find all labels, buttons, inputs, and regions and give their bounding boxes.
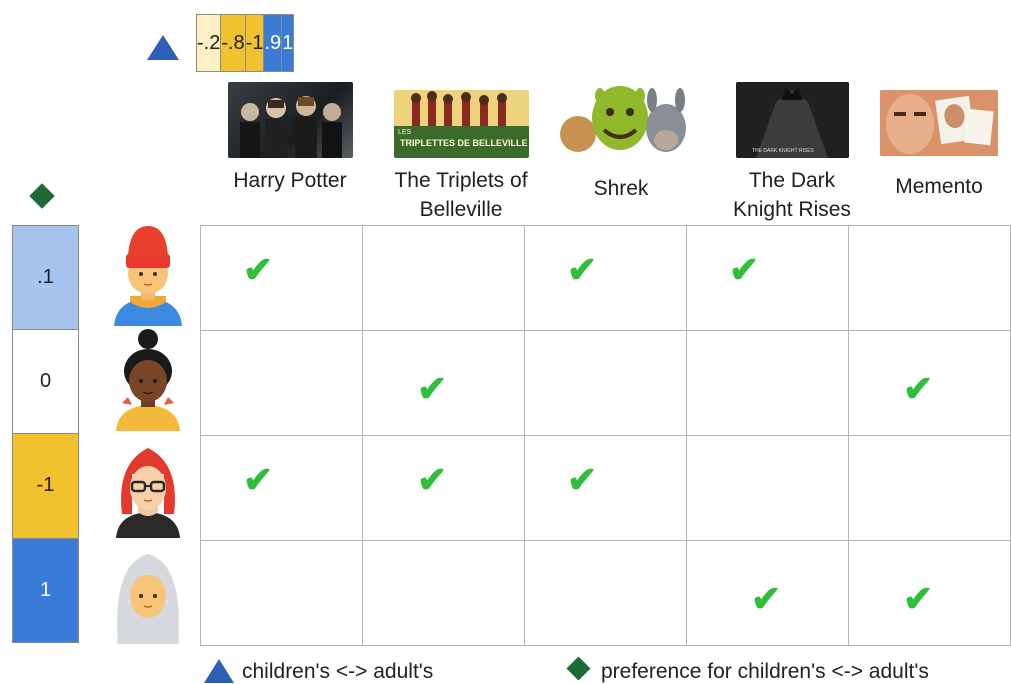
checkmark-icon: ✔ (729, 249, 760, 290)
grid-cell (362, 225, 525, 331)
grid-cell (848, 225, 1011, 331)
grid-cell: ✔ (362, 330, 525, 436)
red-hair-glasses-avatar-icon (108, 434, 188, 538)
dark-bun-avatar-icon (108, 327, 188, 431)
user-score-column: .1 0 -1 1 (12, 225, 79, 643)
checkmark-icon: ✔ (243, 249, 274, 290)
movie-title: Shrek (593, 177, 649, 200)
dark-knight-poster-icon: THE DARK KNIGHT RISES (735, 82, 849, 158)
checkmark-icon: ✔ (417, 368, 448, 409)
grid-cell: ✔ (848, 540, 1011, 646)
movie-score-cell: -.2 (196, 14, 222, 72)
movie-score-cell: 1 (282, 14, 295, 72)
movie-header-triplets: LES TRIPLETTES DE BELLEVILLE The Triplet… (376, 82, 546, 224)
movie-header-shrek: Shrek (548, 82, 694, 203)
grid-cell: ✔ (524, 225, 687, 331)
triplets-poster-icon: LES TRIPLETTES DE BELLEVILLE (393, 90, 529, 158)
grid-cell (200, 540, 363, 646)
grid-cell (200, 330, 363, 436)
movie-title: The Dark Knight Rises (733, 169, 851, 221)
grid-cell: ✔ (200, 435, 363, 541)
movie-header-harry-potter: Harry Potter (220, 82, 360, 195)
checkmark-icon: ✔ (903, 578, 934, 619)
movie-score-cell: -1 (245, 14, 265, 72)
checkmark-icon: ✔ (243, 459, 274, 500)
diamond-legend-icon (566, 656, 591, 681)
red-hat-avatar-icon (108, 222, 188, 326)
grid-cell (848, 435, 1011, 541)
grid-cell (524, 540, 687, 646)
triangle-marker-icon (147, 35, 179, 60)
grid-cell: ✔ (848, 330, 1011, 436)
movie-score-cell: .9 (264, 14, 283, 72)
movie-title: Memento (895, 175, 983, 198)
checkmark-icon: ✔ (417, 459, 448, 500)
user-score-cell: 1 (12, 538, 79, 643)
grid-row: ✔ ✔ (200, 330, 1011, 436)
movie-header-dark-knight: THE DARK KNIGHT RISES The Dark Knight Ri… (712, 82, 872, 224)
grid-cell: ✔ (686, 225, 849, 331)
diamond-marker-icon (29, 183, 55, 209)
checkmark-icon: ✔ (567, 459, 598, 500)
grid-row: ✔ ✔ ✔ (200, 225, 1011, 331)
grid-cell: ✔ (524, 435, 687, 541)
harry-potter-poster-icon (227, 82, 353, 158)
grid-cell (686, 330, 849, 436)
user-score-cell: 0 (12, 329, 79, 434)
diamond-legend-text: preference for children's <-> adult's (601, 660, 929, 683)
movie-score-row: -.2 -.8 -1 .9 1 (196, 14, 1011, 72)
svg-text:TRIPLETTES DE BELLEVILLE: TRIPLETTES DE BELLEVILLE (400, 138, 528, 148)
checkmark-icon: ✔ (903, 368, 934, 409)
grid-cell (686, 435, 849, 541)
grid-cell: ✔ (362, 435, 525, 541)
gray-hair-avatar-icon (108, 540, 188, 644)
user-score-cell: -1 (12, 434, 79, 539)
svg-text:THE DARK KNIGHT RISES: THE DARK KNIGHT RISES (752, 148, 815, 154)
shrek-poster-icon (548, 82, 694, 158)
movie-title: The Triplets of Belleville (394, 169, 528, 221)
grid-row: ✔ ✔ ✔ (200, 435, 1011, 541)
ratings-grid: ✔ ✔ ✔ ✔ ✔ ✔ ✔ ✔ ✔ ✔ (200, 225, 1011, 646)
grid-cell (524, 330, 687, 436)
movie-score-cell: -.8 (221, 14, 246, 72)
grid-row: ✔ ✔ (200, 540, 1011, 646)
svg-text:LES: LES (398, 129, 412, 136)
memento-poster-icon (880, 90, 998, 156)
movie-title: Harry Potter (233, 169, 347, 192)
user-score-cell: .1 (12, 225, 79, 330)
grid-cell: ✔ (200, 225, 363, 331)
triangle-legend-icon (204, 659, 234, 683)
checkmark-icon: ✔ (751, 578, 782, 619)
grid-cell (362, 540, 525, 646)
checkmark-icon: ✔ (567, 249, 598, 290)
triangle-legend-text: children's <-> adult's (242, 660, 434, 683)
grid-cell: ✔ (686, 540, 849, 646)
movie-header-memento: Memento (872, 82, 1006, 201)
